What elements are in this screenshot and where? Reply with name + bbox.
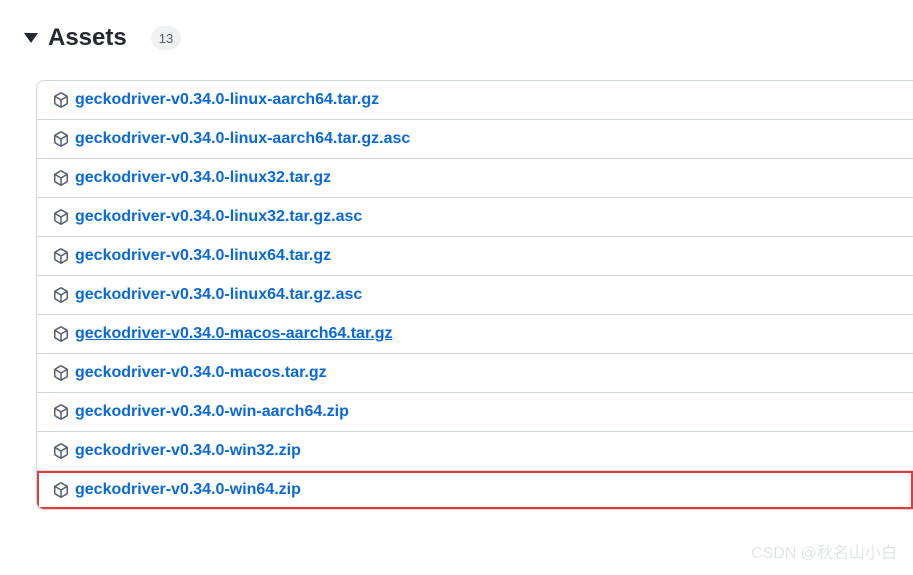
asset-row: geckodriver-v0.34.0-linux32.tar.gz.asc [37,198,913,237]
asset-link[interactable]: geckodriver-v0.34.0-win64.zip [75,481,301,499]
asset-link[interactable]: geckodriver-v0.34.0-macos-aarch64.tar.gz [75,325,393,343]
asset-row: geckodriver-v0.34.0-win32.zip [37,432,913,471]
package-icon [53,209,69,225]
asset-row: geckodriver-v0.34.0-win-aarch64.zip [37,393,913,432]
asset-link[interactable]: geckodriver-v0.34.0-linux64.tar.gz.asc [75,286,362,304]
asset-row: geckodriver-v0.34.0-linux64.tar.gz.asc [37,276,913,315]
package-icon [53,131,69,147]
assets-count-badge: 13 [151,26,181,50]
asset-link[interactable]: geckodriver-v0.34.0-macos.tar.gz [75,364,327,382]
package-icon [53,365,69,381]
package-icon [53,326,69,342]
asset-row: geckodriver-v0.34.0-macos-aarch64.tar.gz [37,315,913,354]
package-icon [53,170,69,186]
asset-link[interactable]: geckodriver-v0.34.0-linux32.tar.gz.asc [75,208,362,226]
package-icon [53,92,69,108]
asset-link[interactable]: geckodriver-v0.34.0-win32.zip [75,442,301,460]
asset-row: geckodriver-v0.34.0-macos.tar.gz [37,354,913,393]
package-icon [53,248,69,264]
package-icon [53,482,69,498]
asset-link[interactable]: geckodriver-v0.34.0-linux-aarch64.tar.gz [75,91,379,109]
asset-row: geckodriver-v0.34.0-linux64.tar.gz [37,237,913,276]
asset-row: geckodriver-v0.34.0-linux32.tar.gz [37,159,913,198]
watermark-text: CSDN @秋名山小白 [751,539,897,563]
asset-row: geckodriver-v0.34.0-linux-aarch64.tar.gz [37,81,913,120]
asset-link[interactable]: geckodriver-v0.34.0-linux-aarch64.tar.gz… [75,130,410,148]
disclosure-triangle-icon [24,33,38,43]
assets-title: Assets [48,24,127,52]
asset-row: geckodriver-v0.34.0-linux-aarch64.tar.gz… [37,120,913,159]
assets-header-toggle[interactable]: Assets 13 [24,24,913,52]
asset-link[interactable]: geckodriver-v0.34.0-win-aarch64.zip [75,403,349,421]
package-icon [53,404,69,420]
asset-link[interactable]: geckodriver-v0.34.0-linux64.tar.gz [75,247,331,265]
package-icon [53,287,69,303]
asset-row: geckodriver-v0.34.0-win64.zip [37,471,913,509]
asset-link[interactable]: geckodriver-v0.34.0-linux32.tar.gz [75,169,331,187]
assets-list: geckodriver-v0.34.0-linux-aarch64.tar.gz… [36,80,913,510]
package-icon [53,443,69,459]
